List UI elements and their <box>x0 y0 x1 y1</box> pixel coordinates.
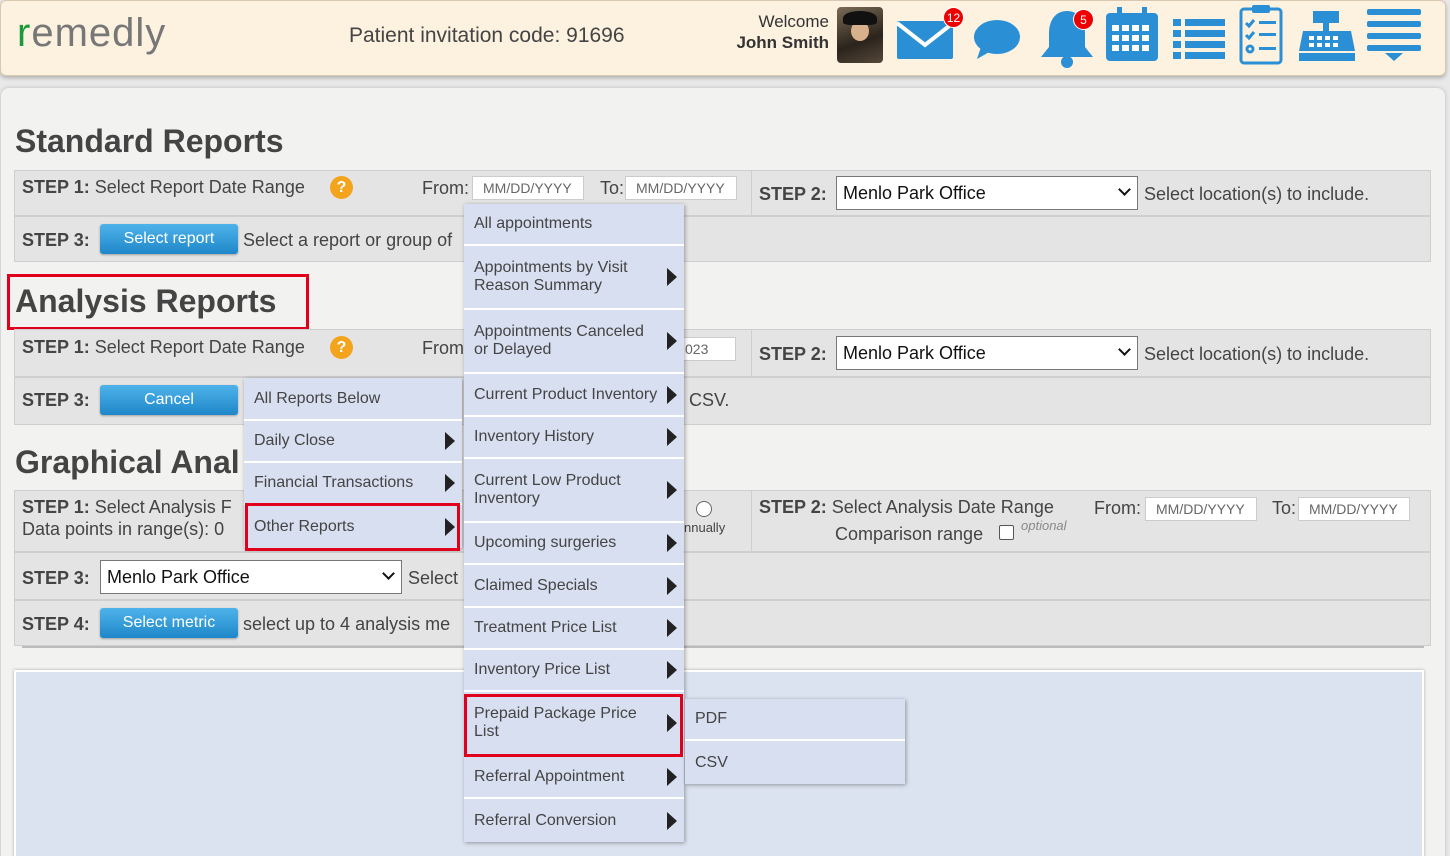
menu-item-upcoming-surgeries[interactable]: Upcoming surgeries <box>464 523 684 565</box>
arrow-right-icon <box>667 268 677 286</box>
annually-label: nnually <box>684 520 726 535</box>
menu-item-appointments-by-visit-reason[interactable]: Appointments by Visit Reason Summary <box>464 246 684 310</box>
menu-item-financial-transactions[interactable]: Financial Transactions <box>244 463 462 505</box>
select-metric-button[interactable]: Select metric <box>100 608 238 638</box>
standard-step2-label: STEP 2: <box>759 184 827 204</box>
chevron-down-icon <box>1118 183 1131 196</box>
bell-badge: 5 <box>1073 9 1094 30</box>
to-label: To: <box>600 178 625 198</box>
menu-item-all-appointments[interactable]: All appointments <box>464 204 684 246</box>
arrow-right-icon <box>667 481 677 499</box>
comparison-range-label: Comparison range <box>835 524 984 544</box>
menu-item-current-low-product-inventory[interactable]: Current Low Product Inventory <box>464 459 684 523</box>
graphical-analysis-title: Graphical Anal <box>15 444 240 480</box>
menu-item-inventory-price-list[interactable]: Inventory Price List <box>464 650 684 692</box>
calendar-icon[interactable] <box>1103 5 1161 68</box>
menu-item-current-product-inventory[interactable]: Current Product Inventory <box>464 374 684 417</box>
analysis-step1-label: STEP 1: Select Report Date Range <box>22 337 305 357</box>
data-points-count: Data points in range(s): 0 <box>22 519 225 539</box>
arrow-right-icon <box>445 432 455 450</box>
from-label: From: <box>422 178 469 198</box>
standard-step1-label: STEP 1: Select Report Date Range <box>22 177 305 197</box>
avatar[interactable] <box>837 7 883 63</box>
top-bar: remedly Patient invitation code: 91696 W… <box>0 0 1446 76</box>
cash-register-icon[interactable] <box>1297 9 1357 68</box>
graphical-step4-label: STEP 4: <box>22 614 90 634</box>
arrow-right-icon <box>445 474 455 492</box>
arrow-right-icon <box>667 534 677 552</box>
graphical-step2-label: STEP 2: Select Analysis Date Range <box>759 497 1054 517</box>
help-icon[interactable]: ? <box>330 176 353 199</box>
standard-reports-title: Standard Reports <box>15 123 284 159</box>
logo[interactable]: remedly <box>17 11 166 56</box>
chevron-down-icon <box>382 567 395 580</box>
select-report-button[interactable]: Select report <box>100 224 238 254</box>
divider <box>22 646 1424 648</box>
hamburger-menu-icon[interactable] <box>1365 7 1423 68</box>
standard-step3-text: Select a report or group of <box>243 230 453 250</box>
analysis-to-date-input[interactable]: 023 <box>682 337 736 361</box>
location-hint: Select location(s) to include. <box>1144 184 1370 204</box>
arrow-right-icon <box>667 576 677 595</box>
arrow-right-icon <box>667 767 677 786</box>
bell-icon[interactable]: 5 <box>1039 7 1095 74</box>
mail-icon[interactable]: 12 <box>895 7 964 66</box>
to-date-input[interactable]: MM/DD/YYYY <box>625 176 737 200</box>
welcome-label: Welcome <box>758 12 829 31</box>
chat-icon[interactable] <box>973 19 1021 66</box>
arrow-right-icon <box>667 332 677 350</box>
graphical-location-select[interactable]: Menlo Park Office <box>100 560 402 594</box>
list-icon[interactable] <box>1171 15 1227 66</box>
menu-item-appointments-canceled[interactable]: Appointments Canceled or Delayed <box>464 310 684 374</box>
menu-item-csv[interactable]: CSV <box>685 741 905 784</box>
menu-item-referral-conversion[interactable]: Referral Conversion <box>464 799 684 842</box>
graphical-to-label: To: <box>1272 498 1297 518</box>
invitation-code: Patient invitation code: 91696 <box>349 24 625 47</box>
menu-item-daily-close[interactable]: Daily Close <box>244 421 462 463</box>
arrow-right-icon <box>667 619 677 637</box>
analysis-step2-label: STEP 2: <box>759 344 827 364</box>
arrow-right-icon <box>667 385 677 404</box>
welcome-block: Welcome John Smith <box>736 11 829 53</box>
highlight-other-reports <box>245 503 460 551</box>
arrow-right-icon <box>667 811 677 830</box>
standard-step3-label: STEP 3: <box>22 230 90 250</box>
graphical-step1-label: STEP 1: Select Analysis F <box>22 497 232 517</box>
analysis-location-hint: Select location(s) to include. <box>1144 344 1370 364</box>
menu-item-treatment-price-list[interactable]: Treatment Price List <box>464 608 684 650</box>
annually-radio[interactable] <box>696 501 712 517</box>
chevron-down-icon <box>1118 343 1131 356</box>
arrow-right-icon <box>667 428 677 446</box>
menu-item-pdf[interactable]: PDF <box>685 699 905 741</box>
graphical-from-date-input[interactable]: MM/DD/YYYY <box>1145 497 1257 521</box>
logo-text: emedly <box>31 11 167 55</box>
graphical-step3-text: Select <box>408 568 459 588</box>
cancel-button[interactable]: Cancel <box>100 385 238 415</box>
help-icon[interactable]: ? <box>330 336 353 359</box>
user-name: John Smith <box>736 33 829 52</box>
export-format-menu: PDF CSV <box>685 699 905 784</box>
graphical-to-date-input[interactable]: MM/DD/YYYY <box>1298 497 1410 521</box>
menu-item-claimed-specials[interactable]: Claimed Specials <box>464 565 684 608</box>
mail-badge: 12 <box>943 7 964 28</box>
analysis-step3-tail: CSV. <box>689 390 730 410</box>
analysis-step3-label: STEP 3: <box>22 390 90 410</box>
graphical-step4-text: select up to 4 analysis me <box>243 614 451 634</box>
arrow-right-icon <box>667 661 677 679</box>
optional-note: optional <box>1021 518 1067 533</box>
menu-item-referral-appointment[interactable]: Referral Appointment <box>464 756 684 799</box>
location-select[interactable]: Menlo Park Office <box>836 176 1138 210</box>
graphical-from-label: From: <box>1094 498 1141 518</box>
highlight-analysis-title <box>7 274 309 330</box>
highlight-prepaid-package <box>464 694 683 757</box>
comparison-checkbox[interactable] <box>999 525 1014 540</box>
graphical-step3-label: STEP 3: <box>22 568 90 588</box>
from-date-input[interactable]: MM/DD/YYYY <box>472 176 584 200</box>
checklist-icon[interactable] <box>1237 3 1285 72</box>
analysis-location-select[interactable]: Menlo Park Office <box>836 336 1138 370</box>
menu-item-all-reports-below[interactable]: All Reports Below <box>244 378 462 421</box>
analysis-from-label: From <box>422 338 464 358</box>
menu-item-inventory-history[interactable]: Inventory History <box>464 417 684 459</box>
